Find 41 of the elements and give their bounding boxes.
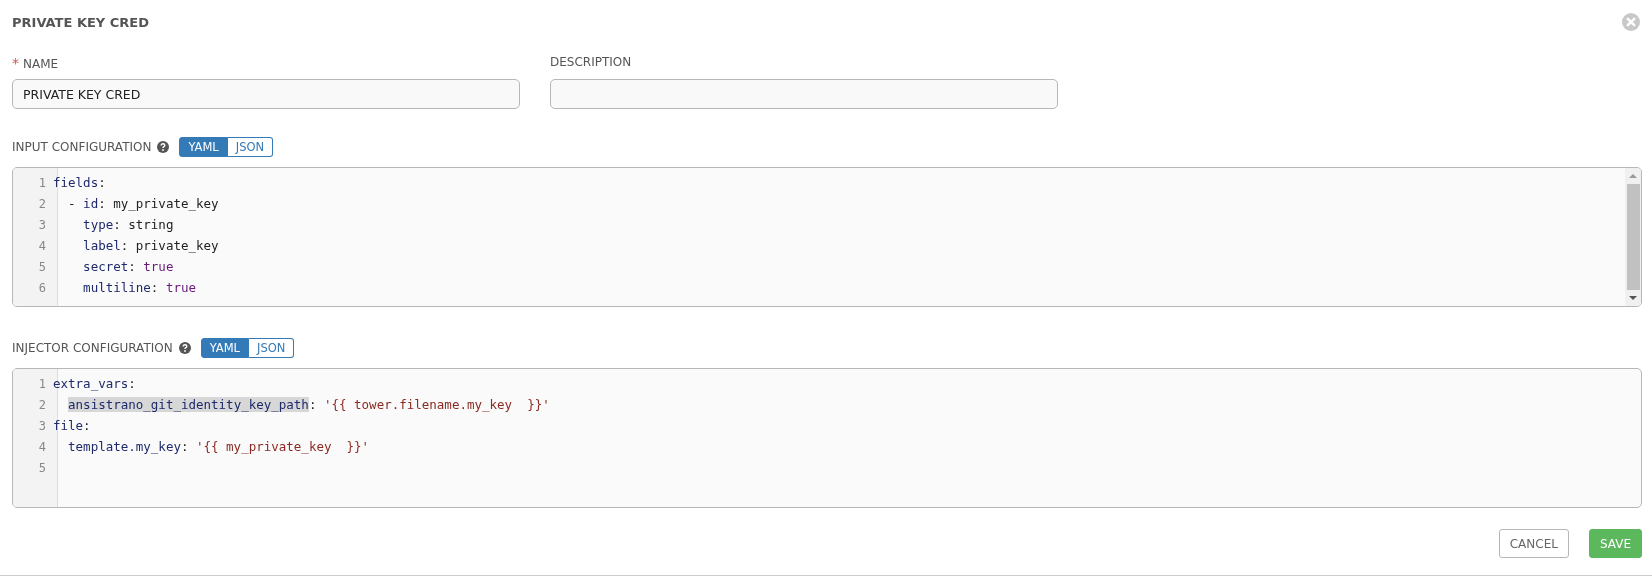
line-number: 4	[37, 238, 47, 253]
code-line: fields:	[53, 175, 106, 190]
line-number: 3	[37, 217, 47, 232]
code-line: file:	[53, 418, 91, 433]
mode-tab[interactable]: YAML	[200, 338, 249, 358]
mode-tab[interactable]: YAML	[179, 137, 228, 157]
mode-tab[interactable]: JSON	[249, 338, 295, 358]
code-line: ansistrano_git_identity_key_path: '{{ tower.filename.my_key }}'	[67, 397, 550, 412]
form-title: PRIVATE KEY CRED	[12, 14, 149, 30]
code-editor[interactable]: 1 fields: 2 - id: my_private_key 3 type: string 4 label: private_key 5 secret: true 6 multiline: true	[12, 167, 1642, 307]
line-number: 6	[37, 280, 47, 295]
code-editor[interactable]: 1 extra_vars: 2 ansistrano_git_identity_key_path: '{{ tower.filename.my_key }}' 3 file: 4 template.my_key: '{{ my_private_key }}' 5	[12, 368, 1642, 508]
code-line: type: string	[82, 217, 174, 232]
close-icon[interactable]	[1622, 13, 1640, 31]
help-icon[interactable]	[178, 342, 191, 354]
code-line: extra_vars:	[53, 376, 136, 391]
line-number: 1	[37, 175, 47, 190]
code-line: secret: true	[82, 259, 174, 274]
line-number: 3	[37, 418, 47, 433]
section-label: INPUT CONFIGURATION	[12, 140, 152, 154]
code-line: - id: my_private_key	[67, 196, 219, 211]
line-number: 2	[37, 196, 47, 211]
field-label: NAME	[23, 57, 59, 71]
line-number: 5	[37, 460, 47, 475]
help-icon[interactable]	[157, 141, 170, 153]
line-number: 4	[37, 439, 47, 454]
section-label: INJECTOR CONFIGURATION	[12, 341, 173, 355]
line-number: 5	[37, 259, 47, 274]
save-button[interactable]: SAVE	[1588, 529, 1642, 558]
scrollbar[interactable]	[1625, 168, 1641, 306]
description-input[interactable]	[550, 79, 1058, 109]
required-mark: *	[12, 55, 19, 71]
cancel-button[interactable]: CANCEL	[1498, 529, 1569, 558]
code-line: multiline: true	[82, 280, 196, 295]
mode-tab[interactable]: JSON	[227, 137, 274, 157]
field-label: DESCRIPTION	[550, 55, 632, 69]
name-input[interactable]: PRIVATE KEY CRED	[12, 79, 520, 109]
line-number: 2	[37, 397, 47, 412]
line-number: 1	[37, 376, 47, 391]
code-line: label: private_key	[82, 238, 219, 253]
code-line: template.my_key: '{{ my_private_key }}'	[67, 439, 370, 454]
